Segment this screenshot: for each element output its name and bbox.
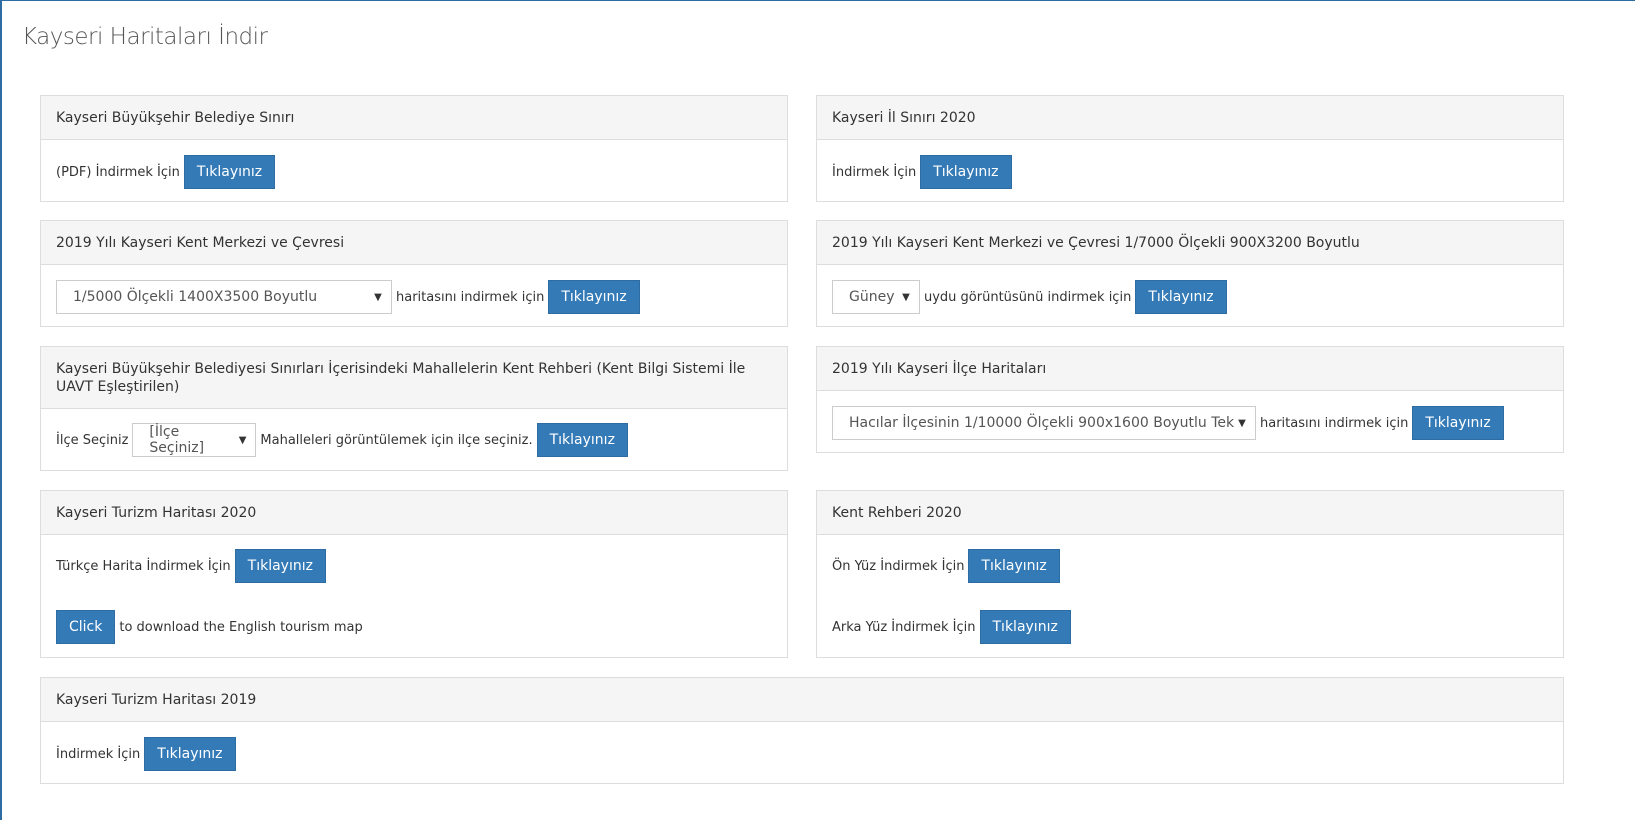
download-front-side-button[interactable]: Tıklayınız — [968, 549, 1060, 583]
panel-text: İndirmek İçin — [832, 164, 917, 180]
panel-title: Kayseri Turizm Haritası 2020 — [56, 504, 257, 521]
panel-text: Mahalleleri görüntülemek için ilçe seçin… — [260, 432, 533, 448]
panel-heading: 2019 Yılı Kayseri İlçe Haritaları — [817, 347, 1563, 391]
download-bb-boundary-button[interactable]: Tıklayınız — [183, 155, 276, 189]
panel-title: 2019 Yılı Kayseri İlçe Haritaları — [832, 360, 1047, 377]
panel-tourism-map-2019: Kayseri Turizm Haritası 2019 İndirmek İç… — [40, 677, 1564, 784]
panel-city-guide-neighborhoods: Kayseri Büyükşehir Belediyesi Sınırları … — [40, 346, 788, 471]
panel-heading: Kayseri Turizm Haritası 2019 — [41, 678, 1563, 722]
panel-text: haritasını indirmek için — [396, 289, 545, 305]
district-select[interactable]: [İlçe Seçiniz] ▼ — [132, 423, 257, 457]
chevron-down-icon: ▼ — [1238, 417, 1246, 429]
panel-title: 2019 Yılı Kayseri Kent Merkezi ve Çevres… — [56, 234, 345, 251]
panel-province-boundary: Kayseri İl Sınırı 2020 İndirmek İçin Tık… — [816, 95, 1564, 202]
panel-title: Kayseri Turizm Haritası 2019 — [56, 691, 257, 708]
panel-text-english: to download the English tourism map — [119, 619, 363, 635]
select-value: 1/5000 Ölçekli 1400X3500 Boyutlu — [73, 289, 318, 305]
download-province-boundary-button[interactable]: Tıklayınız — [920, 155, 1012, 189]
panel-heading: Kayseri Büyükşehir Belediye Sınırı — [41, 96, 787, 140]
download-back-side-button[interactable]: Tıklayınız — [979, 610, 1071, 644]
select-value: Hacılar İlçesinin 1/10000 Ölçekli 900x16… — [849, 415, 1235, 431]
panel-title: Kent Rehberi 2020 — [832, 504, 962, 521]
panel-tourism-map-2020: Kayseri Turizm Haritası 2020 Türkçe Hari… — [40, 490, 788, 658]
panel-title: Kayseri Büyükşehir Belediyesi Sınırları … — [56, 360, 746, 395]
panel-text: İndirmek İçin — [56, 746, 141, 762]
download-satellite-image-button[interactable]: Tıklayınız — [1135, 280, 1227, 314]
select-value: Güney — [849, 289, 895, 305]
district-label: İlçe Seçiniz — [56, 432, 129, 448]
panel-heading: Kayseri Büyükşehir Belediyesi Sınırları … — [41, 347, 787, 409]
panel-heading: Kayseri Turizm Haritası 2020 — [41, 491, 787, 535]
chevron-down-icon: ▼ — [902, 291, 910, 303]
panel-satellite-image: 2019 Yılı Kayseri Kent Merkezi ve Çevres… — [816, 220, 1564, 327]
download-turkish-map-button[interactable]: Tıklayınız — [234, 549, 326, 583]
chevron-down-icon: ▼ — [238, 434, 247, 446]
panel-title: Kayseri İl Sınırı 2020 — [832, 109, 976, 126]
panel-heading: Kayseri İl Sınırı 2020 — [817, 96, 1563, 140]
panel-text: haritasını indirmek için — [1260, 415, 1409, 431]
panel-city-guide-2020: Kent Rehberi 2020 Ön Yüz İndirmek İçin T… — [816, 490, 1564, 658]
panel-title: Kayseri Büyükşehir Belediye Sınırı — [56, 109, 295, 126]
panel-city-center-map: 2019 Yılı Kayseri Kent Merkezi ve Çevres… — [40, 220, 788, 327]
panel-district-maps: 2019 Yılı Kayseri İlçe Haritaları Hacıla… — [816, 346, 1564, 453]
panel-bb-boundary: Kayseri Büyükşehir Belediye Sınırı (PDF)… — [40, 95, 788, 202]
select-value: [İlçe Seçiniz] — [149, 424, 205, 456]
panel-text: (PDF) İndirmek İçin — [56, 164, 180, 180]
view-neighborhoods-button[interactable]: Tıklayınız — [536, 423, 628, 457]
download-tourism-map-2019-button[interactable]: Tıklayınız — [144, 737, 236, 771]
panel-heading: 2019 Yılı Kayseri Kent Merkezi ve Çevres… — [41, 221, 787, 265]
panel-heading: 2019 Yılı Kayseri Kent Merkezi ve Çevres… — [817, 221, 1563, 265]
panel-text-front: Ön Yüz İndirmek İçin — [832, 558, 965, 574]
direction-select[interactable]: Güney ▼ — [832, 280, 920, 314]
download-district-map-button[interactable]: Tıklayınız — [1412, 406, 1504, 440]
panel-title: 2019 Yılı Kayseri Kent Merkezi ve Çevres… — [832, 234, 1360, 251]
district-map-select[interactable]: Hacılar İlçesinin 1/10000 Ölçekli 900x16… — [832, 406, 1256, 440]
chevron-down-icon: ▼ — [374, 291, 382, 303]
download-english-map-button[interactable]: Click — [56, 610, 116, 644]
panel-text-back: Arka Yüz İndirmek İçin — [832, 619, 976, 635]
download-city-center-map-button[interactable]: Tıklayınız — [548, 280, 640, 314]
scale-select[interactable]: 1/5000 Ölçekli 1400X3500 Boyutlu ▼ — [56, 280, 392, 314]
panel-heading: Kent Rehberi 2020 — [817, 491, 1563, 535]
page-title: Kayseri Haritaları İndir — [22, 24, 268, 50]
panel-text: uydu görüntüsünü indirmek için — [924, 289, 1132, 305]
panel-text-turkish: Türkçe Harita İndirmek İçin — [56, 558, 231, 574]
